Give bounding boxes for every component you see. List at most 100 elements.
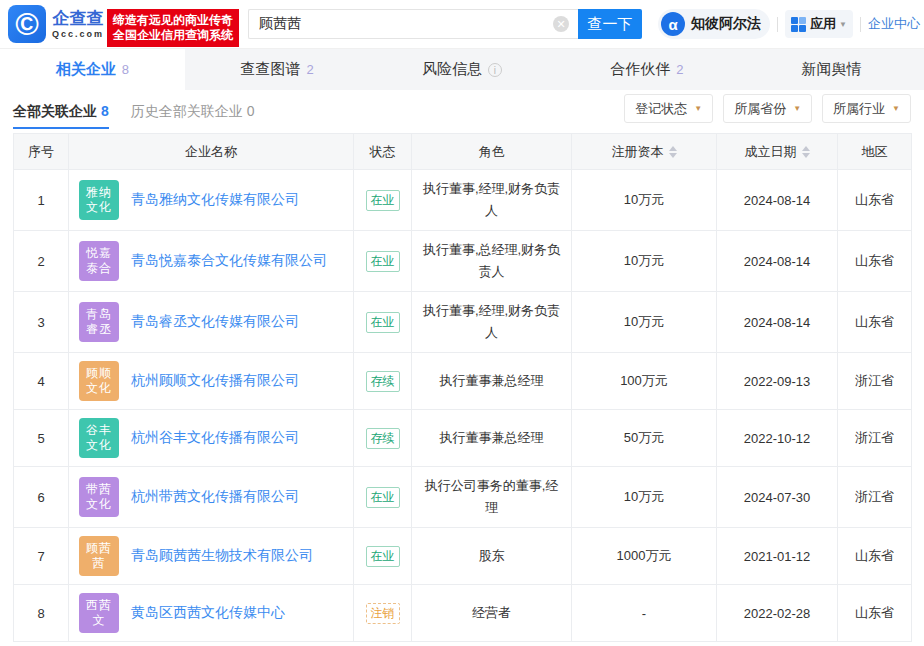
slogan-banner: 缔造有远见的商业传奇 全国企业信用查询系统: [107, 9, 239, 47]
column-header-label: 地区: [862, 144, 888, 159]
subtab-count: 8: [101, 103, 109, 121]
zhibi-alpha-link[interactable]: α 知彼阿尔法: [658, 9, 770, 39]
status-cell: 注销: [354, 585, 412, 642]
sort-icons[interactable]: [802, 146, 810, 158]
tab-count: 8: [122, 62, 129, 77]
row-number: 3: [14, 292, 69, 353]
tab-3[interactable]: 风险信息i: [370, 49, 555, 90]
status-badge: 在业: [366, 487, 400, 508]
sort-icons[interactable]: [669, 146, 677, 158]
search-input[interactable]: [248, 9, 578, 39]
table-row: 7 顾茜茜 青岛顾茜茜生物技术有限公司 在业股东1000万元2021-01-12…: [14, 528, 912, 585]
company-logo: 悦嘉泰合: [79, 241, 119, 281]
company-logo: 顾顺文化: [79, 361, 119, 401]
column-header: 序号: [14, 134, 69, 170]
table-row: 8 西茜文 黄岛区西茜文化传媒中心 注销经营者-2022-02-28山东省: [14, 585, 912, 642]
tab-label: 风险信息: [422, 60, 482, 79]
search-button[interactable]: 查一下: [578, 9, 642, 39]
row-number: 1: [14, 170, 69, 231]
tab-2[interactable]: 查查图谱2: [185, 49, 370, 90]
role-cell: 执行董事,总经理,财务负责人: [412, 231, 572, 292]
capital-cell: 100万元: [572, 353, 717, 410]
subtab-1[interactable]: 全部关联企业8: [13, 90, 109, 129]
brand-text: 企查查 Qcc.com: [52, 9, 104, 40]
tab-5[interactable]: 新闻舆情: [739, 49, 924, 90]
tab-label: 查查图谱: [241, 60, 301, 79]
date-cell: 2024-07-30: [717, 467, 838, 528]
region-cell: 山东省: [838, 292, 912, 353]
filter-button-1[interactable]: 登记状态▼: [624, 94, 713, 123]
row-number: 7: [14, 528, 69, 585]
chevron-down-icon: ▼: [793, 104, 801, 113]
qcc-logo-icon: ©: [8, 5, 46, 43]
company-logo: 雅纳文化: [79, 180, 119, 220]
company-logo: 顾茜茜: [79, 536, 119, 576]
company-name-link[interactable]: 青岛悦嘉泰合文化传媒有限公司: [131, 252, 327, 270]
tab-4[interactable]: 合作伙伴2: [554, 49, 739, 90]
column-header-label: 成立日期: [745, 144, 797, 159]
header-actions: α 知彼阿尔法 应用 ▼ 企业中心: [658, 9, 920, 39]
row-number: 6: [14, 467, 69, 528]
column-header-label: 企业名称: [185, 144, 237, 159]
enterprise-center-link[interactable]: 企业中心: [868, 15, 920, 33]
status-cell: 在业: [354, 467, 412, 528]
company-name-link[interactable]: 杭州谷丰文化传播有限公司: [131, 429, 299, 447]
slogan-line1: 缔造有远见的商业传奇: [113, 13, 233, 28]
capital-cell: 10万元: [572, 467, 717, 528]
company-name-link[interactable]: 青岛睿丞文化传媒有限公司: [131, 313, 299, 331]
company-cell: 顾顺文化 杭州顾顺文化传播有限公司: [69, 353, 354, 410]
tab-label: 相关企业: [56, 60, 116, 79]
column-header-label: 序号: [28, 144, 54, 159]
company-logo: 带茜文化: [79, 477, 119, 517]
capital-cell: 10万元: [572, 292, 717, 353]
company-logo: 谷丰文化: [79, 418, 119, 458]
company-name-link[interactable]: 杭州顾顺文化传播有限公司: [131, 372, 299, 390]
date-cell: 2021-01-12: [717, 528, 838, 585]
tab-label: 合作伙伴: [610, 60, 670, 79]
clear-search-icon[interactable]: ✕: [553, 16, 569, 32]
role-cell: 执行董事兼总经理: [412, 353, 572, 410]
table-row: 3 青岛睿丞 青岛睿丞文化传媒有限公司 在业执行董事,经理,财务负责人10万元2…: [14, 292, 912, 353]
status-badge: 存续: [366, 371, 400, 392]
role-cell: 股东: [412, 528, 572, 585]
company-name-link[interactable]: 黄岛区西茜文化传媒中心: [131, 604, 285, 622]
table-row: 6 带茜文化 杭州带茜文化传播有限公司 在业执行公司事务的董事,经理10万元20…: [14, 467, 912, 528]
brand-domain: Qcc.com: [52, 29, 104, 40]
column-header: 企业名称: [69, 134, 354, 170]
company-cell: 顾茜茜 青岛顾茜茜生物技术有限公司: [69, 528, 354, 585]
date-cell: 2024-08-14: [717, 292, 838, 353]
subtab-label: 历史全部关联企业: [131, 103, 243, 121]
status-cell: 在业: [354, 292, 412, 353]
column-header[interactable]: 成立日期: [717, 134, 838, 170]
tab-1[interactable]: 相关企业 8: [0, 49, 185, 90]
zhibi-alpha-icon: α: [661, 12, 685, 36]
status-cell: 在业: [354, 231, 412, 292]
status-badge: 存续: [366, 428, 400, 449]
apps-menu[interactable]: 应用 ▼: [785, 10, 853, 38]
column-header: 角色: [412, 134, 572, 170]
region-cell: 浙江省: [838, 410, 912, 467]
filter-button-2[interactable]: 所属省份▼: [723, 94, 812, 123]
qcc-logo[interactable]: © 企查查 Qcc.com: [8, 5, 104, 43]
column-header[interactable]: 注册资本: [572, 134, 717, 170]
region-cell: 浙江省: [838, 353, 912, 410]
column-header-label: 角色: [479, 144, 505, 159]
company-cell: 西茜文 黄岛区西茜文化传媒中心: [69, 585, 354, 642]
company-name-link[interactable]: 青岛顾茜茜生物技术有限公司: [131, 547, 313, 565]
company-logo: 青岛睿丞: [79, 302, 119, 342]
status-badge: 在业: [366, 546, 400, 567]
role-cell: 执行董事,经理,财务负责人: [412, 292, 572, 353]
row-number: 8: [14, 585, 69, 642]
date-cell: 2022-02-28: [717, 585, 838, 642]
company-logo: 西茜文: [79, 593, 119, 633]
company-name-link[interactable]: 青岛雅纳文化传媒有限公司: [131, 191, 299, 209]
brand-name: 企查查: [53, 9, 104, 29]
filter-button-3[interactable]: 所属行业▼: [822, 94, 911, 123]
subtab-count: 0: [247, 103, 255, 121]
column-header: 状态: [354, 134, 412, 170]
subtab-2[interactable]: 历史全部关联企业0: [131, 90, 255, 129]
status-cell: 存续: [354, 353, 412, 410]
separator: [860, 17, 861, 32]
company-name-link[interactable]: 杭州带茜文化传播有限公司: [131, 488, 299, 506]
date-cell: 2022-10-12: [717, 410, 838, 467]
